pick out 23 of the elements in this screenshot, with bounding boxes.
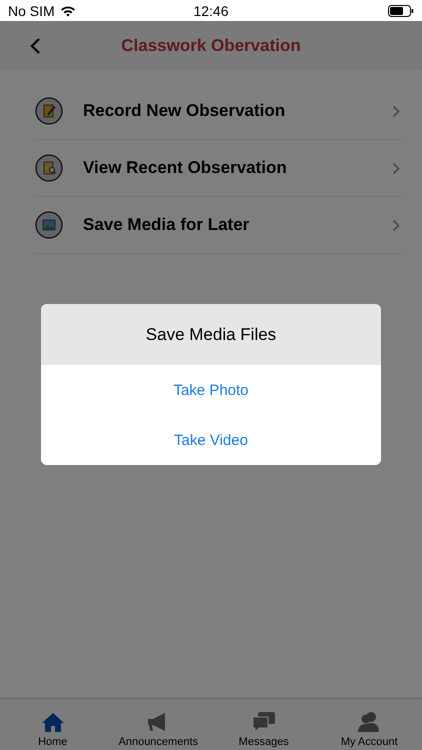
clock-text: 12:46	[193, 2, 229, 18]
home-icon	[40, 711, 65, 733]
menu-item[interactable]: Save Media for Later	[33, 197, 402, 254]
back-icon[interactable]	[29, 37, 41, 55]
wifi-icon	[60, 4, 76, 16]
chat-icon	[252, 711, 276, 733]
edit-document-icon	[35, 97, 63, 125]
chevron-icon	[392, 104, 400, 118]
battery-icon	[388, 4, 414, 16]
chevron-icon	[392, 162, 400, 174]
tab-item[interactable]: Messages	[211, 699, 316, 750]
chevron-icon	[392, 218, 400, 232]
tab-item[interactable]: My Account	[316, 699, 422, 750]
dialog-title: Save Media Files	[41, 304, 381, 365]
tab-item[interactable]: Announcements	[106, 699, 211, 750]
image-icon	[35, 211, 63, 239]
document-search-icon	[35, 154, 63, 182]
carrier-text: No SIM	[8, 2, 55, 18]
screen-title: Classwork Obervation	[121, 36, 301, 56]
tab-item[interactable]: Home	[0, 699, 106, 750]
people-icon	[357, 711, 382, 733]
menu-item[interactable]: View Recent Observation	[33, 140, 402, 197]
menu-item[interactable]: Record New Observation	[33, 83, 402, 140]
